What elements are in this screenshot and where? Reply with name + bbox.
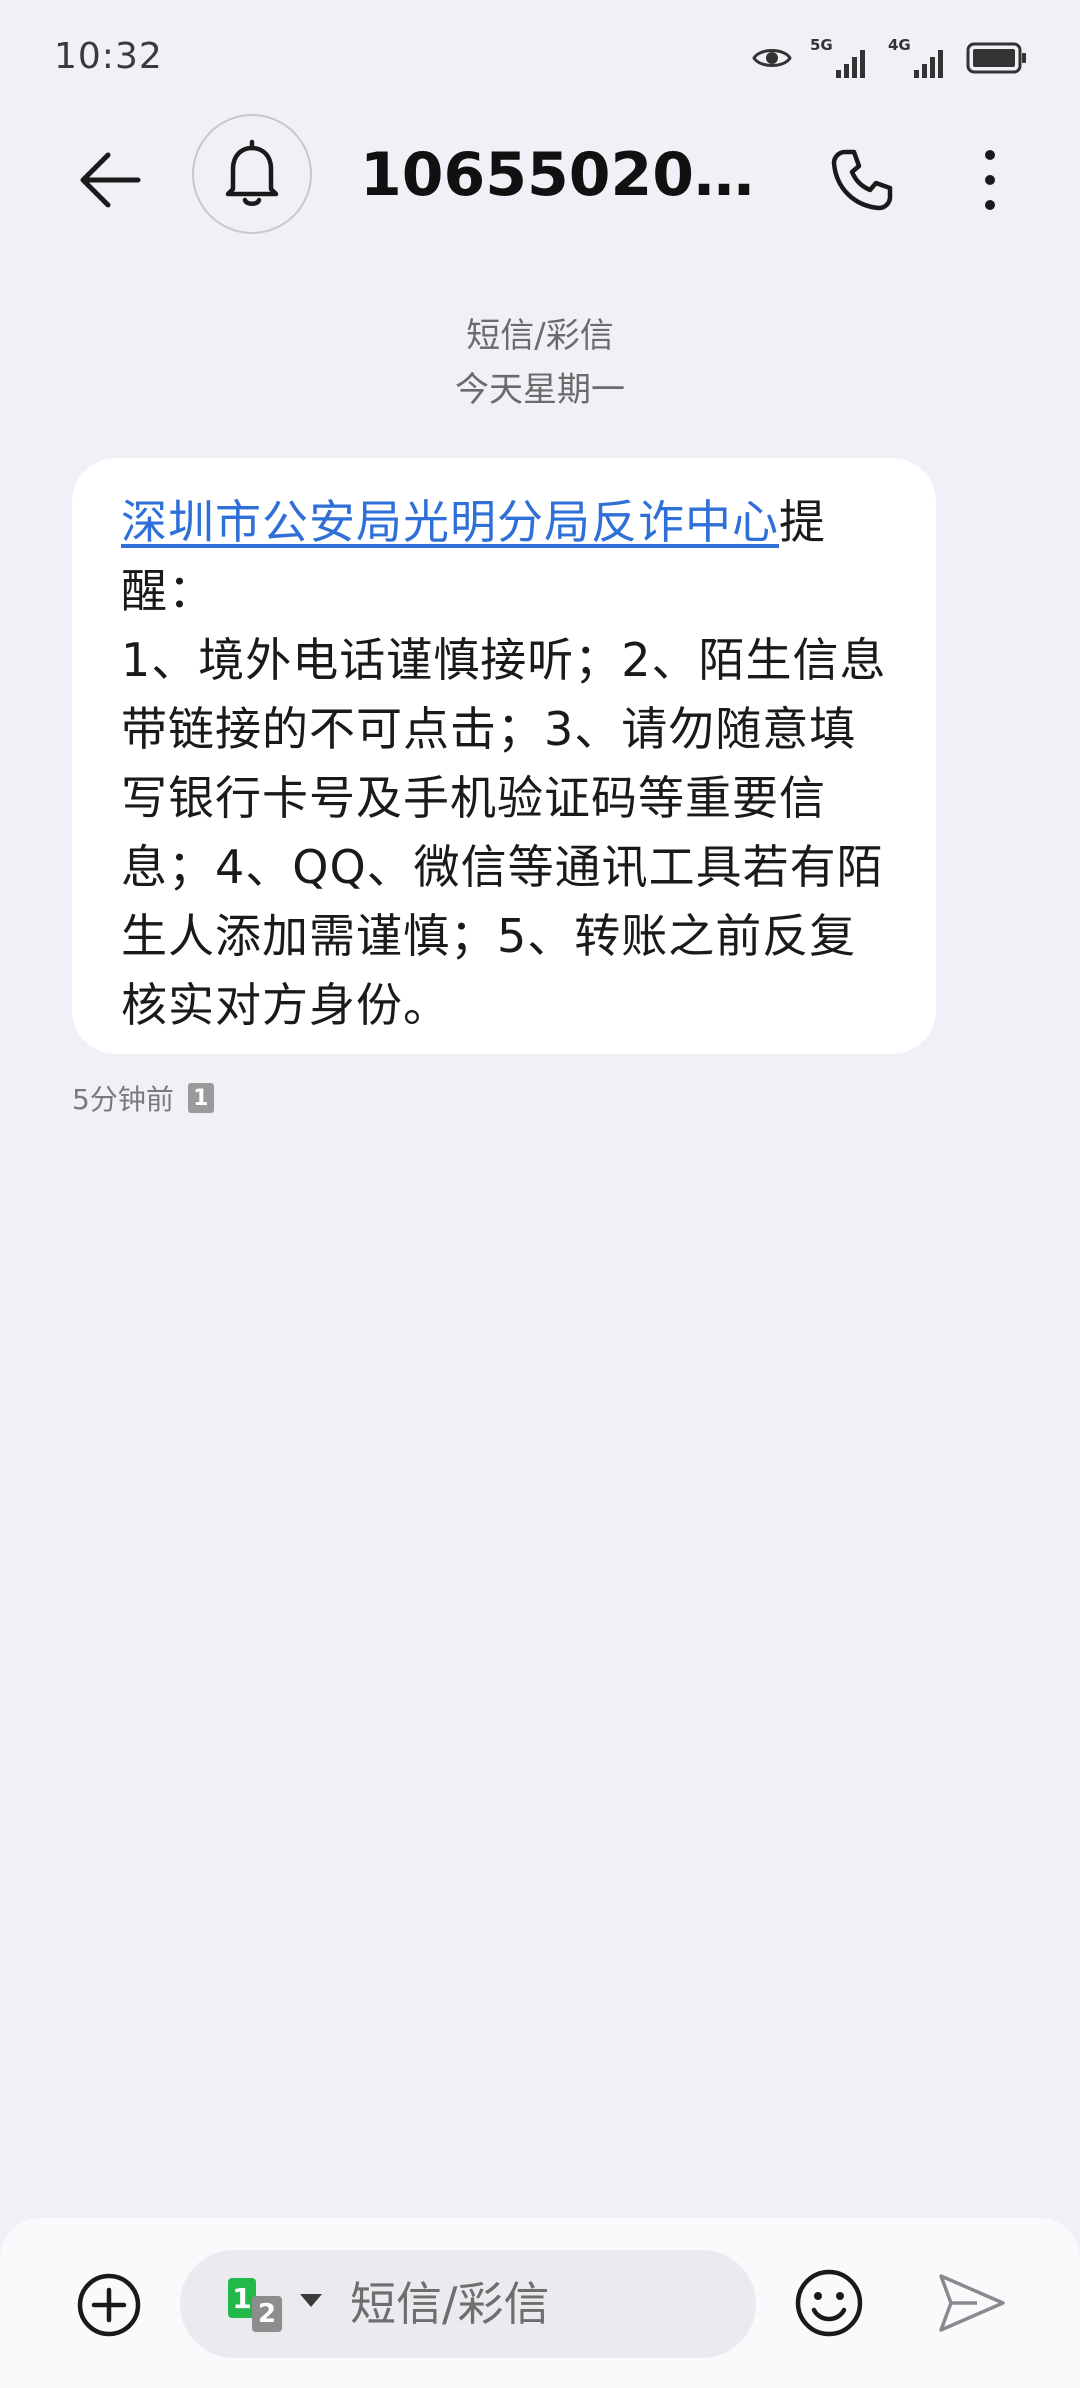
message-text: 深圳市公安局光明分局反诈中心提醒： 1、境外电话谨慎接听；2、陌生信息带链接的不…	[121, 488, 890, 1040]
message-time: 5分钟前	[72, 1083, 174, 1116]
emoji-button[interactable]	[792, 2266, 866, 2340]
more-options-button[interactable]	[960, 138, 1020, 222]
sim-slot-badge: 1	[187, 1083, 214, 1113]
more-vertical-icon	[985, 150, 995, 210]
message-body: 提醒： 1、境外电话谨慎接听；2、陌生信息带链接的不可点击；3、请勿随意填写银行…	[121, 495, 887, 1032]
signal-4g-icon: 4G	[888, 36, 948, 80]
eye-comfort-icon	[752, 44, 792, 76]
bell-icon	[225, 139, 279, 206]
emoji-icon	[795, 2269, 863, 2337]
send-button[interactable]	[934, 2268, 1010, 2338]
chevron-down-icon	[300, 2294, 322, 2307]
call-button[interactable]	[820, 138, 904, 222]
back-button[interactable]	[70, 140, 150, 220]
contact-name: 10655020030...	[360, 140, 790, 210]
battery-icon	[966, 42, 1028, 78]
conversation-header: 10655020030...	[0, 110, 1080, 240]
message-bubble[interactable]: 深圳市公安局光明分局反诈中心提醒： 1、境外电话谨慎接听；2、陌生信息带链接的不…	[72, 458, 936, 1054]
phone-icon	[831, 149, 893, 211]
sim-switch-button[interactable]: 1 2	[228, 2276, 322, 2336]
contact-avatar[interactable]	[192, 114, 312, 234]
status-icons: 5G 4G	[752, 36, 1028, 82]
date-separator: 今天星期一	[455, 370, 625, 410]
signal-5g-icon: 5G	[810, 36, 870, 80]
add-attachment-button[interactable]	[74, 2270, 144, 2340]
message-link[interactable]: 深圳市公安局光明分局反诈中心	[121, 495, 779, 549]
message-input[interactable]	[350, 2250, 740, 2358]
arrow-left-icon	[80, 152, 141, 208]
message-type-label: 短信/彩信	[466, 316, 614, 356]
messaging-screen: 10:32 5G 4G 1065502003 短信/彩信 今天星期一 深圳市公安…	[0, 0, 1080, 2388]
sim2-badge: 2	[252, 2296, 282, 2332]
compose-bar: 1 2	[0, 2218, 1080, 2388]
status-time: 10:32	[54, 36, 163, 77]
plus-circle-icon	[77, 2273, 141, 2337]
message-meta: 5分钟前 1	[72, 1078, 214, 1118]
send-icon	[939, 2274, 1005, 2332]
compose-field[interactable]: 1 2	[180, 2250, 756, 2358]
status-bar: 10:32 5G 4G	[0, 0, 1080, 120]
